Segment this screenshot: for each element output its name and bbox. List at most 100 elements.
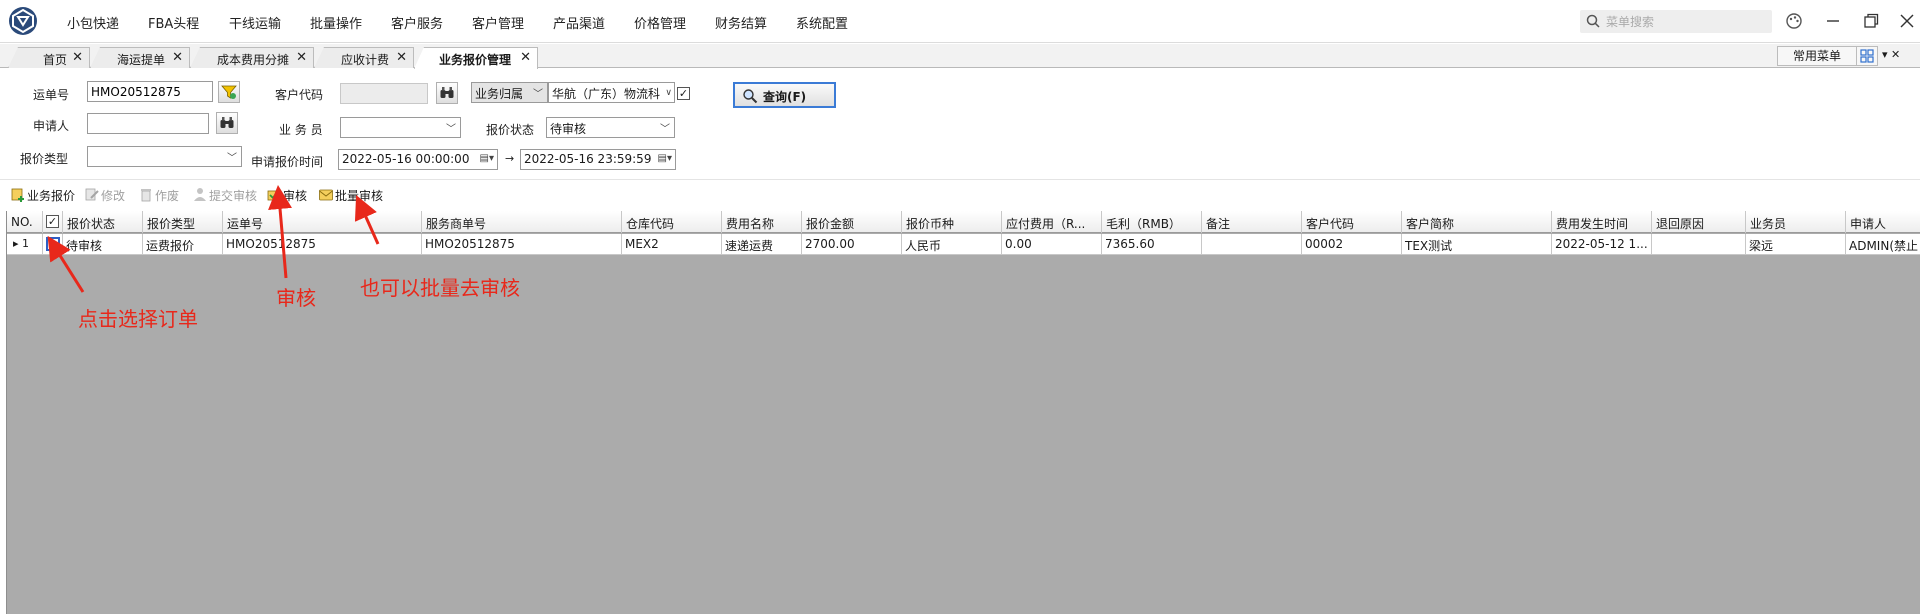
- tab-label: 成本费用分摊: [217, 53, 290, 67]
- menu-item-finance[interactable]: 财务结算: [715, 13, 767, 32]
- applicant-lookup-button[interactable]: [216, 112, 238, 134]
- tab-tools[interactable]: ▾ ✕: [1882, 48, 1900, 61]
- add-document-icon: [11, 188, 24, 202]
- row-select-checkbox[interactable]: [46, 237, 60, 251]
- customer-lookup-button[interactable]: [436, 82, 458, 104]
- table-row[interactable]: ▸ 1 待审核 运费报价 HMO20512875 HMO20512875 MEX…: [7, 234, 1920, 255]
- close-icon[interactable]: ✕: [72, 50, 83, 65]
- annotation-select-order: 点击选择订单: [78, 307, 198, 331]
- grid-header-cell[interactable]: 报价金额: [802, 211, 902, 233]
- menu-search-input[interactable]: [1606, 12, 1766, 31]
- applicant-label: 申请人: [33, 119, 70, 133]
- menu-item-price[interactable]: 价格管理: [634, 13, 686, 32]
- close-icon[interactable]: ✕: [396, 50, 407, 65]
- grid-header-cell[interactable]: 客户代码: [1302, 211, 1402, 233]
- filter-button[interactable]: [218, 81, 240, 103]
- grid-header-cell[interactable]: 费用名称: [722, 211, 802, 233]
- menu-item-fba[interactable]: FBA头程: [148, 13, 199, 32]
- grid-view-icon[interactable]: [1856, 46, 1878, 66]
- void-button[interactable]: 作废: [138, 186, 183, 204]
- tab-ocean-bl[interactable]: 海运提单 ✕: [90, 47, 190, 68]
- applicant-input[interactable]: [87, 113, 209, 134]
- grid-header-cell[interactable]: 退回原因: [1652, 211, 1746, 233]
- grid-header-cell[interactable]: 报价币种: [902, 211, 1002, 233]
- quick-menu-button[interactable]: 常用菜单: [1777, 46, 1857, 66]
- tab-cost-allocation[interactable]: 成本费用分摊 ✕: [190, 47, 314, 68]
- business-quote-button[interactable]: 业务报价: [10, 186, 80, 204]
- grid-header-cell[interactable]: 应付费用（R...: [1002, 211, 1102, 233]
- grid-header-cell[interactable]: 报价类型: [143, 211, 223, 233]
- trash-icon: [141, 189, 151, 202]
- minimize-icon[interactable]: [1823, 11, 1843, 31]
- menu-item-customer-management[interactable]: 客户管理: [472, 13, 524, 32]
- cell-salesperson: 梁远: [1746, 234, 1846, 255]
- grid-header-cell[interactable]: 费用发生时间: [1552, 211, 1652, 233]
- apply-time-label: 申请报价时间: [251, 155, 324, 169]
- waybill-input[interactable]: [87, 81, 213, 102]
- edit-icon: [85, 188, 99, 201]
- grid-header-cell[interactable]: 毛利（RMB）: [1102, 211, 1202, 233]
- modify-button[interactable]: 修改: [84, 186, 129, 204]
- menu-item-customer-service[interactable]: 客户服务: [391, 13, 443, 32]
- customer-code-label: 客户代码: [275, 88, 324, 102]
- business-owner-checkbox[interactable]: ✓: [677, 87, 690, 100]
- annotation-batch-audit: 也可以批量去审核: [360, 276, 520, 300]
- grid-header-cell[interactable]: NO.: [7, 211, 43, 233]
- menu-item-trunk[interactable]: 干线运输: [229, 13, 281, 32]
- grid-header-cell[interactable]: 业务员: [1746, 211, 1846, 233]
- tab-receivable[interactable]: 应收计费 ✕: [314, 47, 414, 68]
- cell-return-reason: [1652, 234, 1746, 255]
- grid-header-cell[interactable]: 申请人: [1846, 211, 1920, 233]
- select-all-checkbox[interactable]: ✓: [46, 215, 59, 228]
- chevron-down-icon: ﹀: [446, 124, 456, 135]
- grid-header-cell[interactable]: 服务商单号: [422, 211, 622, 233]
- close-icon[interactable]: ✕: [172, 50, 183, 65]
- grid-header-cell[interactable]: 客户简称: [1402, 211, 1552, 233]
- status-select[interactable]: 待审核 ﹀: [546, 117, 675, 138]
- grid-header-cell[interactable]: 备注: [1202, 211, 1302, 233]
- grid-header-cell[interactable]: 报价状态: [63, 211, 143, 233]
- menu-item-product-channel[interactable]: 产品渠道: [553, 13, 605, 32]
- salesperson-select[interactable]: ﹀: [340, 117, 461, 138]
- tab-label: 业务报价管理: [439, 53, 512, 67]
- cell-customer-code: 00002: [1302, 234, 1402, 255]
- business-owner-select[interactable]: 业务归属 ﹀: [471, 82, 548, 103]
- time-from-picker[interactable]: 2022-05-16 00:00:00 ▤▾: [338, 149, 498, 170]
- chevron-down-icon: ﹀: [533, 89, 543, 100]
- batch-audit-button[interactable]: 批量审核: [318, 186, 388, 204]
- business-owner-value-select[interactable]: 华航（广东）物流科 ∨: [548, 82, 675, 103]
- cell-quote-type: 运费报价: [143, 234, 223, 255]
- query-button[interactable]: 查询(F): [733, 82, 836, 108]
- search-icon: [743, 89, 758, 104]
- restore-icon[interactable]: [1861, 11, 1881, 31]
- tab-bar: 首页 ✕ 海运提单 ✕ 成本费用分摊 ✕ 应收计费 ✕ 业务报价管理 ✕ 常用菜…: [0, 44, 1920, 69]
- close-icon[interactable]: ✕: [296, 50, 307, 65]
- grid-header-cell[interactable]: 运单号: [223, 211, 422, 233]
- funnel-icon: [221, 85, 237, 99]
- quote-type-select[interactable]: ﹀: [87, 146, 242, 167]
- time-to-picker[interactable]: 2022-05-16 23:59:59 ▤▾: [520, 149, 676, 170]
- time-to-value: 2022-05-16 23:59:59: [524, 152, 652, 166]
- palette-icon[interactable]: [1784, 11, 1804, 31]
- top-menu-bar: 小包快递 FBA头程 干线运输 批量操作 客户服务 客户管理 产品渠道 价格管理…: [0, 0, 1920, 43]
- grid-header-cell[interactable]: 仓库代码: [622, 211, 722, 233]
- audit-button[interactable]: 审核: [266, 186, 311, 204]
- cell-fee-time: 2022-05-12 1...: [1552, 234, 1652, 255]
- menu-item-batch[interactable]: 批量操作: [310, 13, 362, 32]
- submit-audit-button[interactable]: 提交审核: [192, 186, 260, 204]
- tab-label: 首页: [43, 53, 68, 67]
- select-all-cell[interactable]: ✓: [43, 211, 63, 233]
- close-window-icon[interactable]: [1897, 11, 1917, 31]
- cell-applicant: ADMIN(禁止: [1846, 234, 1920, 255]
- app-logo-icon: [9, 7, 37, 35]
- tab-quote-management[interactable]: 业务报价管理 ✕: [414, 47, 538, 69]
- envelope-icon: [319, 189, 333, 201]
- menu-item-system[interactable]: 系统配置: [796, 13, 848, 32]
- row-select-cell[interactable]: [43, 234, 63, 255]
- cell-provider-no: HMO20512875: [422, 234, 622, 255]
- customer-code-input[interactable]: [340, 83, 428, 104]
- close-icon[interactable]: ✕: [520, 50, 531, 65]
- menu-item-parcel[interactable]: 小包快递: [67, 13, 119, 32]
- tab-home[interactable]: 首页 ✕: [8, 47, 90, 68]
- binoculars-icon: [220, 117, 234, 128]
